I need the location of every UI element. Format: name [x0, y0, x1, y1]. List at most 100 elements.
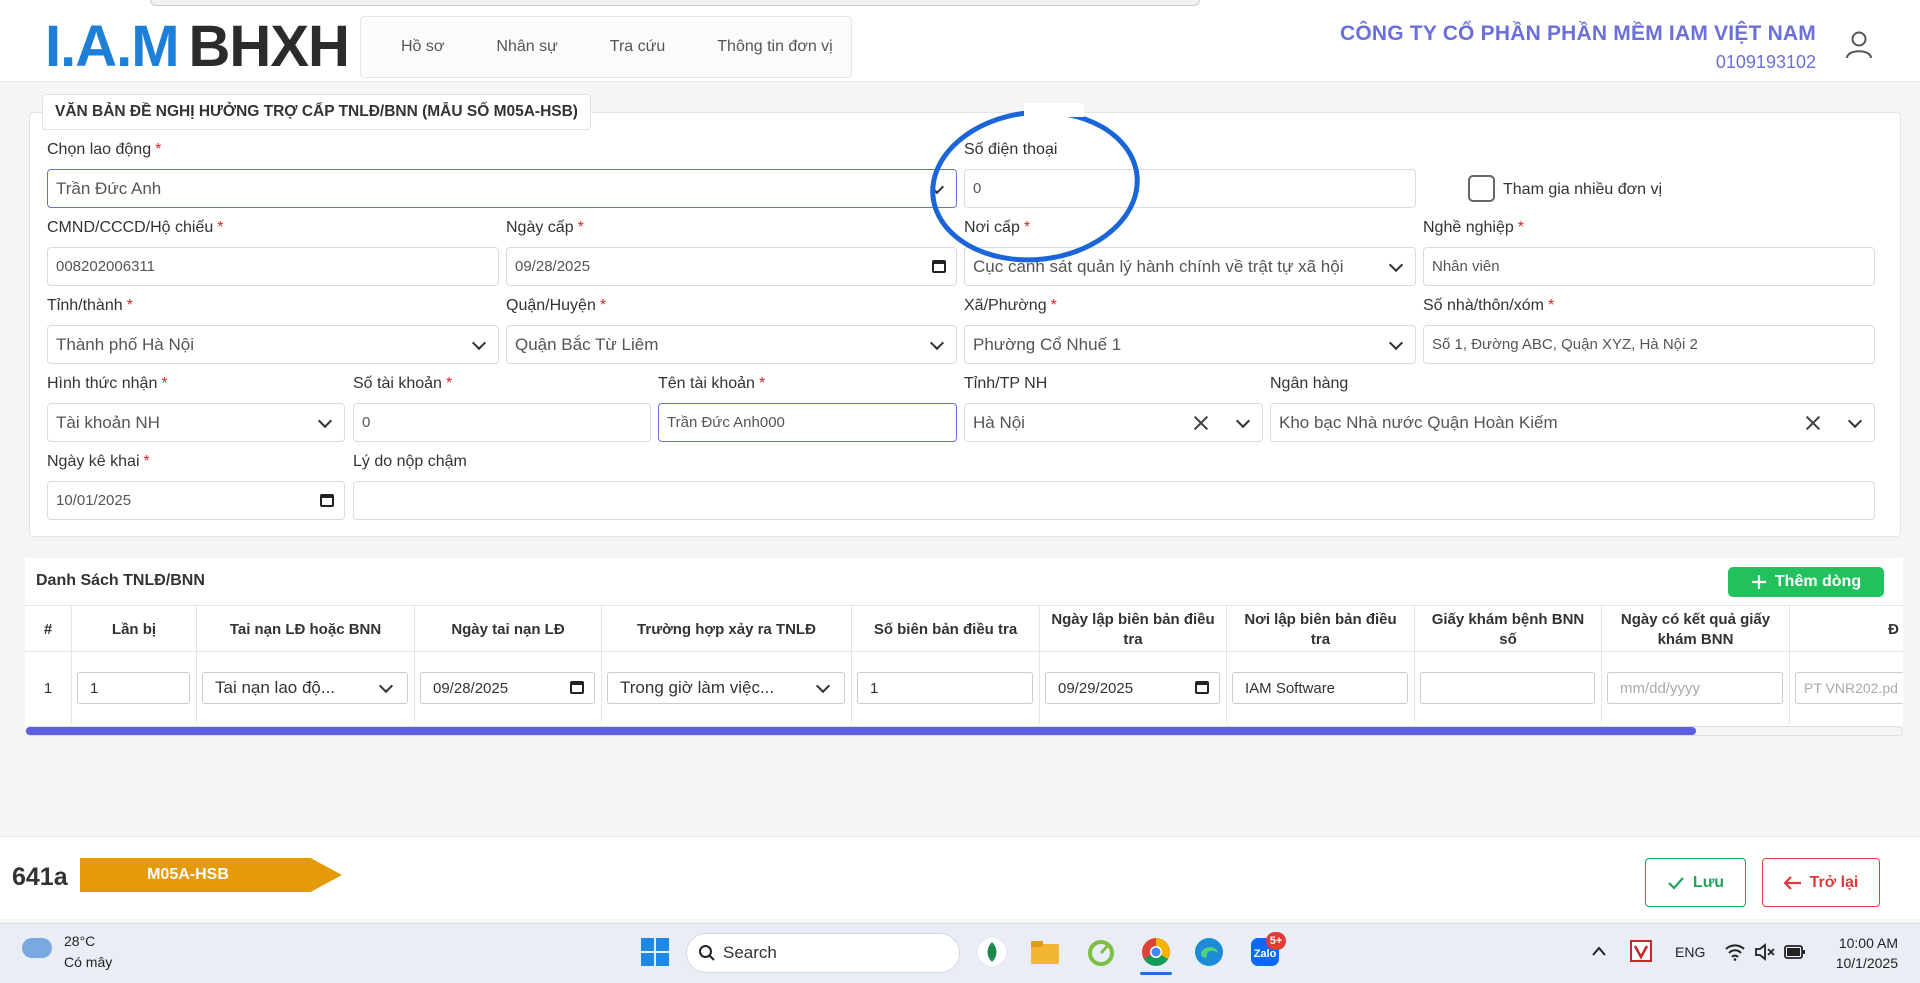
- account-no-value: 0: [362, 414, 371, 431]
- bnn-no-input[interactable]: [1420, 672, 1595, 704]
- save-button[interactable]: Lưu: [1645, 858, 1746, 907]
- calendar-icon[interactable]: [932, 260, 946, 273]
- tray-app-icon[interactable]: [1630, 940, 1652, 962]
- save-label: Lưu: [1692, 873, 1725, 891]
- bank-select[interactable]: Kho bạc Nhà nước Quận Hoàn Kiếm: [1270, 403, 1875, 442]
- chevron-down-icon: [815, 678, 831, 694]
- declare-date-input[interactable]: 10/01/2025: [47, 481, 345, 520]
- table-scrollbar[interactable]: [25, 726, 1903, 736]
- account-no-label: Số tài khoản *: [353, 375, 453, 392]
- bank-province-select[interactable]: Hà Nội: [964, 403, 1263, 442]
- calendar-icon[interactable]: [320, 494, 334, 507]
- occupation-label: Nghề nghiệp *: [1423, 219, 1524, 236]
- clock-time: 10:00 AM: [1838, 935, 1898, 951]
- report-no-input[interactable]: 1: [857, 672, 1033, 704]
- type-value: Tai nạn lao độ...: [215, 678, 336, 697]
- speaker-muted-icon[interactable]: [1754, 943, 1776, 961]
- phone-label: Số điện thoại: [964, 141, 1058, 158]
- province-label: Tỉnh/thành *: [47, 297, 133, 314]
- address-value: Số 1, Đường ABC, Quận XYZ, Hà Nội 2: [1432, 336, 1698, 353]
- form-tag: M05A-HSB: [80, 858, 342, 892]
- times-input[interactable]: 1: [77, 672, 190, 704]
- nav-thong-tin-don-vi[interactable]: Thông tin đơn vị: [717, 38, 832, 56]
- calendar-icon[interactable]: [570, 681, 584, 694]
- nav-ho-so[interactable]: Hồ sơ: [401, 38, 444, 56]
- taskbar-search[interactable]: Search: [686, 933, 960, 973]
- app-logo[interactable]: I.A.M BHXH: [45, 14, 350, 79]
- main-nav: Hồ sơ Nhân sự Tra cứu Thông tin đơn vị: [360, 16, 852, 78]
- multi-unit-checkbox[interactable]: [1468, 175, 1495, 202]
- ward-select[interactable]: Phường Cổ Nhuế 1: [964, 325, 1416, 364]
- account-no-input[interactable]: 0: [353, 403, 651, 442]
- wifi-icon[interactable]: [1724, 943, 1746, 961]
- clear-icon[interactable]: [1192, 414, 1210, 432]
- back-button[interactable]: Trở lại: [1762, 858, 1880, 907]
- clear-icon[interactable]: [1804, 414, 1822, 432]
- district-label: Quận/Huyện *: [506, 297, 607, 314]
- chevron-down-icon: [1388, 257, 1404, 272]
- col-accident-date: Ngày tai nạn LĐ: [415, 606, 602, 653]
- chevron-up-icon[interactable]: [1591, 945, 1607, 957]
- issue-date-value: 09/28/2025: [515, 258, 591, 275]
- occupation-input[interactable]: Nhân viên: [1423, 247, 1875, 286]
- col-report-no: Số biên bản điều tra: [852, 606, 1040, 653]
- file-explorer-icon[interactable]: [1029, 936, 1061, 968]
- receive-method-select[interactable]: Tài khoản NH: [47, 403, 345, 442]
- bank-value: Kho bạc Nhà nước Quận Hoàn Kiếm: [1279, 412, 1558, 432]
- receive-method-label: Hình thức nhận *: [47, 375, 168, 392]
- cell-case: Trong giờ làm việc...: [602, 652, 852, 724]
- language-indicator[interactable]: ENG: [1675, 944, 1705, 960]
- id-number-value: 008202006311: [56, 258, 155, 275]
- battery-icon[interactable]: [1784, 944, 1806, 960]
- calendar-icon[interactable]: [1195, 681, 1209, 694]
- add-row-button[interactable]: Thêm dòng: [1728, 567, 1884, 597]
- report-place-input[interactable]: IAM Software: [1232, 672, 1408, 704]
- chrome-icon[interactable]: [1140, 936, 1172, 968]
- issue-place-label: Nơi cấp *: [964, 219, 1031, 236]
- weather-temp[interactable]: 28°C: [64, 933, 95, 949]
- district-select[interactable]: Quận Bắc Từ Liêm: [506, 325, 957, 364]
- edge-icon[interactable]: [1193, 936, 1225, 968]
- account-name-input[interactable]: Trần Đức Anh000: [658, 403, 957, 442]
- phone-input[interactable]: 0: [964, 169, 1416, 208]
- id-number-input[interactable]: 008202006311: [47, 247, 499, 286]
- nav-tra-cuu[interactable]: Tra cứu: [610, 38, 665, 56]
- company-name: CÔNG TY CỔ PHẦN PHẦN MỀM IAM VIỆT NAM: [1339, 22, 1816, 45]
- check-icon: [1668, 876, 1684, 890]
- scrollbar-thumb[interactable]: [26, 727, 1696, 735]
- issue-date-input[interactable]: 09/28/2025: [506, 247, 957, 286]
- user-icon[interactable]: [1844, 30, 1874, 60]
- app-leaf-icon[interactable]: [976, 936, 1008, 968]
- arrow-left-icon: [1783, 875, 1801, 890]
- accident-date-value: 09/28/2025: [433, 679, 509, 697]
- accident-date-input[interactable]: 09/28/2025: [420, 672, 595, 704]
- address-input[interactable]: Số 1, Đường ABC, Quận XYZ, Hà Nội 2: [1423, 325, 1875, 364]
- system-clock[interactable]: 10:00 AM 10/1/2025: [1836, 933, 1898, 973]
- col-bnn-no: Giấy khám bệnh BNN số: [1415, 606, 1602, 653]
- app-dial-icon[interactable]: [1085, 936, 1117, 968]
- case-select[interactable]: Trong giờ làm việc...: [607, 672, 845, 704]
- bnn-date-input[interactable]: mm/dd/yyyy: [1607, 672, 1783, 704]
- late-reason-input[interactable]: [353, 481, 1875, 520]
- weather-desc[interactable]: Có mây: [64, 954, 112, 970]
- report-date-input[interactable]: 09/29/2025: [1045, 672, 1220, 704]
- account-name-value: Trần Đức Anh000: [667, 414, 785, 431]
- employee-select[interactable]: Trần Đức Anh: [47, 169, 957, 208]
- issue-place-select[interactable]: Cục cảnh sát quản lý hành chính về trật …: [964, 247, 1416, 286]
- tax-code: 0109193102: [1715, 52, 1816, 72]
- nav-nhan-su[interactable]: Nhân sự: [496, 38, 557, 56]
- weather-icon[interactable]: [22, 938, 52, 958]
- logo-bhxh: BHXH: [188, 14, 350, 79]
- chevron-down-icon: [1235, 413, 1251, 428]
- zalo-badge: 5+: [1266, 932, 1286, 950]
- next-input[interactable]: PT VNR202.pd: [1795, 672, 1903, 704]
- province-select[interactable]: Thành phố Hà Nội: [47, 325, 499, 364]
- windows-start-icon[interactable]: [639, 936, 671, 968]
- cell-times: 1: [72, 652, 197, 724]
- clock-date: 10/1/2025: [1835, 955, 1898, 971]
- issue-place-value: Cục cảnh sát quản lý hành chính về trật …: [973, 256, 1344, 276]
- chevron-down-icon: [378, 678, 394, 694]
- type-select[interactable]: Tai nạn lao độ...: [202, 672, 408, 704]
- chevron-down-icon: [929, 335, 945, 350]
- cell-report-place: IAM Software: [1227, 652, 1415, 724]
